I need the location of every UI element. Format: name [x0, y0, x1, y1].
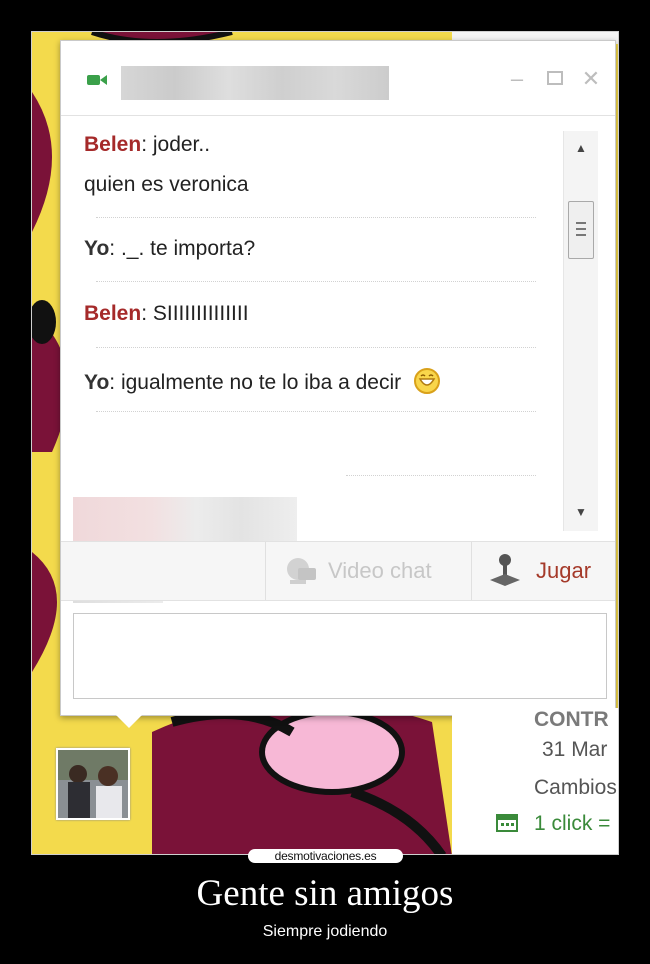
message-scrollbar[interactable]: ▲ ▼: [563, 131, 598, 531]
chat-titlebar: – ✕: [61, 41, 615, 116]
message-5: Yo: igualmente no te lo iba a decir: [84, 367, 441, 395]
side-panel-text: Cambios: [534, 776, 617, 799]
message-text: : ._. te importa?: [109, 237, 256, 260]
video-camera-icon: [87, 75, 107, 85]
message-sender: Belen: [84, 302, 142, 325]
watermark: desmotivaciones.es: [248, 849, 403, 863]
scroll-down-arrow-icon[interactable]: ▼: [564, 501, 598, 523]
message-3: Yo: ._. te importa?: [84, 237, 255, 261]
video-chat-button[interactable]: Video chat: [265, 542, 472, 600]
maximize-icon[interactable]: [545, 69, 565, 89]
caption-title: Gente sin amigos: [196, 873, 454, 914]
chat-actions-bar: Video chat Jugar: [61, 541, 615, 601]
jugar-label: Jugar: [536, 558, 592, 583]
side-panel-date: 31 Mar: [542, 738, 608, 761]
message-divider: [96, 281, 536, 282]
side-panel-link[interactable]: 1 click =: [534, 812, 610, 836]
side-panel-heading: CONTR: [534, 708, 609, 731]
chat-pointer: [116, 715, 142, 728]
message-text: quien es veronica: [84, 173, 249, 196]
contact-avatar[interactable]: [56, 748, 130, 820]
image-frame: – ✕ Belen: joder.. quien es veronica Yo:…: [31, 31, 619, 855]
message-list: Belen: joder.. quien es veronica Yo: ._.…: [61, 121, 563, 603]
scroll-up-arrow-icon[interactable]: ▲: [564, 137, 598, 159]
message-divider: [346, 475, 536, 476]
message-2: quien es veronica: [84, 173, 249, 197]
message-divider: [96, 347, 536, 348]
message-sender: Yo: [84, 371, 110, 394]
message-divider: [96, 411, 536, 412]
message-1: Belen: joder..: [84, 133, 210, 157]
minimize-icon[interactable]: –: [507, 68, 527, 90]
game-piece-icon: [490, 554, 520, 586]
message-input[interactable]: [73, 613, 607, 699]
message-text: : igualmente no te lo iba a decir: [109, 371, 402, 394]
message-text: : joder..: [141, 133, 211, 156]
video-chat-label: Video chat: [328, 558, 432, 583]
webcam-icon: [287, 558, 316, 584]
message-divider: [96, 217, 536, 218]
scroll-thumb[interactable]: [568, 201, 594, 259]
contact-name-redacted: [121, 66, 389, 100]
message-sender: Yo: [84, 237, 110, 260]
close-icon[interactable]: ✕: [581, 68, 601, 90]
side-panel: CONTR 31 Mar Cambios 1 click =: [452, 708, 618, 854]
smiley-icon: [413, 368, 440, 394]
calendar-icon: [496, 814, 518, 832]
jugar-button[interactable]: Jugar: [471, 542, 618, 600]
message-sender: Belen: [84, 133, 142, 156]
message-text: : SIIIIIIIIIIIIII: [141, 302, 249, 325]
redacted-message: [73, 497, 297, 541]
message-4: Belen: SIIIIIIIIIIIIII: [84, 302, 249, 326]
chat-window: – ✕ Belen: joder.. quien es veronica Yo:…: [60, 40, 616, 716]
caption-subtitle: Siempre jodiendo: [262, 923, 388, 940]
